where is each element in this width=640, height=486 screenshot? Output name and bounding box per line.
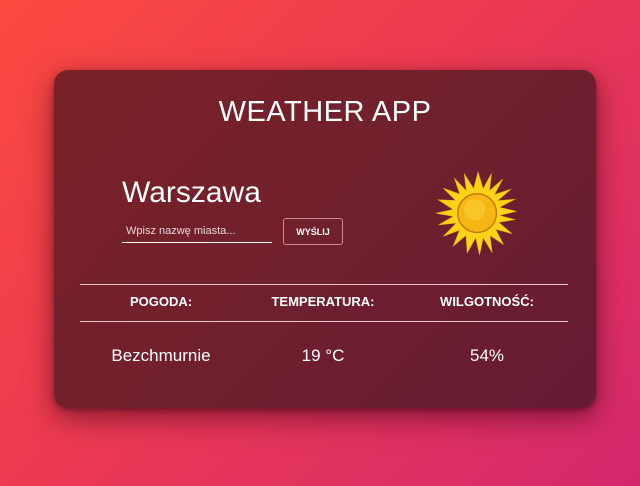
table-top-divider [80, 284, 568, 285]
humidity-header: WILGOTNOŚĆ: [440, 294, 534, 309]
weather-card: WEATHER APP Warszawa WYŚLIJ POGODA: TEMP… [54, 70, 596, 408]
humidity-value: 54% [469, 346, 505, 365]
condition-value: Bezchmurnie [111, 346, 211, 365]
app-title: WEATHER APP [218, 96, 432, 128]
condition-header: POGODA: [129, 294, 193, 309]
send-button[interactable]: WYŚLIJ [283, 218, 343, 245]
table-header-divider [80, 321, 568, 322]
city-search-input[interactable] [122, 220, 272, 243]
sun-icon [435, 170, 517, 256]
temperature-value: 19 °C [301, 346, 345, 365]
temperature-header: TEMPERATURA: [271, 294, 375, 309]
city-name: Warszawa [122, 176, 261, 209]
